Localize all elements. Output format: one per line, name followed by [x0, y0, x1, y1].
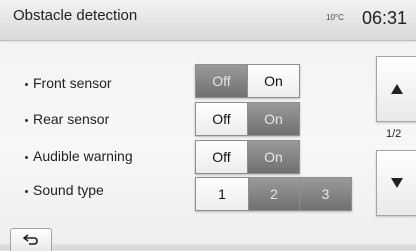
audible-warning-off-option[interactable]: Off — [196, 141, 247, 173]
setting-label-front-sensor: Front sensor — [25, 75, 112, 91]
bullet-icon — [25, 190, 28, 193]
rear-sensor-on-option[interactable]: On — [247, 103, 299, 135]
back-arrow-icon — [23, 234, 38, 245]
temperature-readout: 10°C — [326, 13, 344, 22]
arrow-down-icon — [391, 178, 403, 188]
arrow-up-icon — [391, 84, 403, 94]
front-sensor-off-option[interactable]: Off — [196, 65, 247, 97]
setting-label-rear-sensor: Rear sensor — [25, 111, 109, 127]
rear-sensor-toggle[interactable]: Off On — [195, 102, 300, 136]
setting-label-sound-type: Sound type — [25, 182, 104, 198]
front-sensor-on-option[interactable]: On — [247, 65, 299, 97]
bullet-icon — [25, 156, 28, 159]
header-bar: Obstacle detection 10°C 06:31 — [0, 0, 416, 41]
audible-warning-on-option[interactable]: On — [247, 141, 299, 173]
page-indicator: 1/2 — [386, 128, 402, 140]
setting-label-audible-warning: Audible warning — [25, 148, 133, 164]
sound-type-selector[interactable]: 1 2 3 — [195, 177, 352, 211]
clock: 06:31 — [362, 8, 408, 28]
bottom-bar — [0, 244, 416, 250]
scroll-down-button[interactable] — [376, 150, 416, 216]
scroll-up-button[interactable] — [376, 56, 416, 122]
audible-warning-toggle[interactable]: Off On — [195, 140, 300, 174]
rear-sensor-off-option[interactable]: Off — [196, 103, 247, 135]
back-button[interactable] — [10, 228, 52, 251]
bullet-icon — [25, 119, 28, 122]
front-sensor-toggle[interactable]: Off On — [195, 64, 300, 98]
sound-type-option-2[interactable]: 2 — [248, 178, 299, 210]
page-title: Obstacle detection — [13, 7, 138, 24]
sound-type-option-3[interactable]: 3 — [299, 178, 351, 210]
bullet-icon — [25, 83, 28, 86]
sound-type-option-1[interactable]: 1 — [196, 178, 248, 210]
